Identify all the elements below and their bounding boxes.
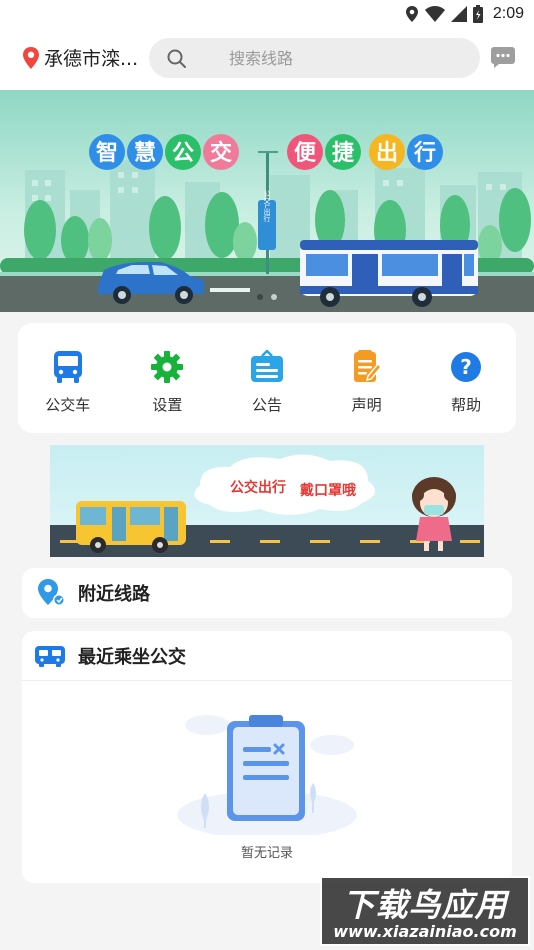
slogan-right: 便 捷 出 行 [287,134,443,170]
slogan-char: 出 [376,141,398,166]
menu-item-settings[interactable]: 设置 [118,323,218,433]
search-bar[interactable] [149,38,480,78]
recent-title: 最近乘坐公交 [78,646,186,668]
watermark-logo: 下载鸟应用 www.xiazainiao.com [320,876,530,946]
location-label: 承德市滦... [44,48,139,70]
location-icon [405,6,418,22]
pin-icon [23,46,39,69]
slogan-char: 交 [210,140,232,166]
header: 承德市滦... [0,28,534,90]
menu-label: 公交车 [45,396,91,414]
recent-buses-card: 最近乘坐公交 暂无记录 [22,631,512,883]
carousel-dot-active[interactable] [257,294,263,300]
banner-carousel[interactable]: 公交L出行 智 慧 公 交 便 捷 出 行 [0,90,534,312]
nearby-title: 附近线路 [78,584,150,605]
empty-state-illustration [177,715,357,835]
search-input[interactable] [229,46,449,70]
slogan-left: 智 慧 公 交 [89,134,239,170]
battery-icon [472,5,483,23]
menu-label: 设置 [152,396,183,414]
menu-label: 声明 [351,396,382,414]
statement-icon [350,350,384,384]
menu-label: 帮助 [451,396,482,414]
nearby-route-icon [38,579,65,606]
menu-item-notice[interactable]: 公告 [217,323,317,433]
menu-item-bus[interactable]: 公交车 [18,323,118,433]
signal-icon [450,6,467,22]
status-bar: 2:09 [0,0,534,28]
slogan-char: 智 [96,140,118,166]
menu-label: 公告 [251,396,282,414]
recent-header: 最近乘坐公交 [22,631,512,681]
nearby-routes-card[interactable]: 附近线路 [22,568,512,618]
watermark-url: www.xiazainiao.com [333,922,517,941]
gear-icon [150,350,184,384]
svg-text:?: ? [460,355,472,379]
notice-icon [250,350,284,384]
message-icon[interactable] [491,47,515,69]
menu-item-help[interactable]: ? 帮助 [416,323,516,433]
slogan-char: 便 [294,141,317,166]
carousel-dot[interactable] [271,294,277,300]
slogan-char: 捷 [332,141,355,166]
help-icon: ? [449,350,483,384]
menu-item-statement[interactable]: 声明 [317,323,417,433]
bus-sign-text: 公交L出行 [263,190,271,223]
girl-illustration [412,477,456,551]
location-selector[interactable]: 承德市滦... [22,44,138,71]
empty-state-text: 暂无记录 [240,846,293,861]
watermark-main: 下载鸟应用 [342,886,508,924]
bus-icon [51,350,85,384]
bus-front-icon [35,645,65,667]
slogan-char: 慧 [134,141,156,166]
mask-reminder-banner[interactable]: 公交出行 戴口罩哦 [50,445,484,557]
ad-text-b: 戴口罩哦 [300,482,356,499]
banner-illustration: 公交L出行 智 慧 公 交 便 捷 出 行 [0,134,534,312]
ad-illustration: 公交出行 戴口罩哦 [50,454,484,557]
wifi-icon [424,6,445,22]
search-icon [167,49,186,68]
status-time: 2:09 [492,5,524,22]
ad-text-a: 公交出行 [230,479,286,496]
quick-menu: 公交车 设置 公告 声明 ? 帮助 [18,323,516,433]
slogan-char: 行 [413,140,436,166]
slogan-char: 公 [172,141,194,166]
